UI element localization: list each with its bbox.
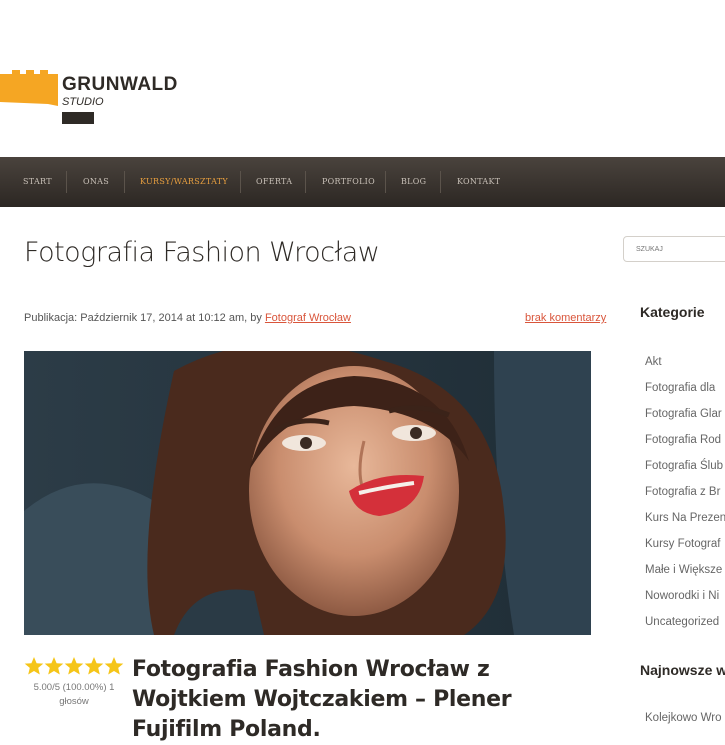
nav-divider (124, 171, 125, 193)
star-icon (64, 657, 84, 675)
rating-stars[interactable] (24, 656, 124, 678)
category-item[interactable]: Fotografia z Br (645, 484, 725, 510)
publish-info: Publikacja: Październik 17, 2014 at 10:1… (24, 312, 262, 324)
star-icon (44, 657, 64, 675)
nav-divider (66, 171, 67, 193)
category-item[interactable]: Fotografia Rod (645, 432, 725, 458)
star-icon (84, 657, 104, 675)
categories-list: Akt Fotografia dla Fotografia Glar Fotog… (645, 354, 725, 640)
page-title: Fotografia Fashion Wrocław (24, 237, 380, 268)
search-input[interactable] (623, 236, 725, 262)
castle-logo-icon (0, 70, 58, 106)
site-logo[interactable]: GRUNWALD STUDIO (0, 70, 177, 130)
post-meta: Publikacja: Październik 17, 2014 at 10:1… (24, 312, 351, 324)
logo-bar (62, 112, 94, 124)
logo-name: GRUNWALD (62, 74, 178, 95)
recent-posts-title: Najnowsze w (640, 662, 725, 678)
portrait-photo (24, 351, 591, 635)
comments-link[interactable]: brak komentarzy (525, 312, 606, 324)
featured-image[interactable] (24, 351, 591, 635)
nav-divider (385, 171, 386, 193)
category-item[interactable]: Kursy Fotograf (645, 536, 725, 562)
nav-item-oferta[interactable]: OFERTA (256, 157, 292, 207)
category-item[interactable]: Noworodki i Ni (645, 588, 725, 614)
category-item[interactable]: Kurs Na Prezen (645, 510, 725, 536)
nav-item-blog[interactable]: BLOG (401, 157, 426, 207)
logo-subtitle: STUDIO (62, 96, 104, 108)
category-item[interactable]: Uncategorized (645, 614, 725, 640)
category-item[interactable]: Fotografia Ślub (645, 458, 725, 484)
category-item[interactable]: Fotografia Glar (645, 406, 725, 432)
nav-divider (440, 171, 441, 193)
nav-item-portfolio[interactable]: PORTFOLIO (322, 157, 375, 207)
star-icon (104, 657, 124, 675)
nav-divider (305, 171, 306, 193)
star-icon (24, 657, 44, 675)
category-item[interactable]: Akt (645, 354, 725, 380)
nav-item-kontakt[interactable]: KONTAKT (457, 157, 500, 207)
nav-item-onas[interactable]: ONAS (83, 157, 109, 207)
nav-item-kursy-warsztaty[interactable]: KURSY/WARSZTATY (140, 157, 228, 207)
author-link[interactable]: Fotograf Wrocław (265, 312, 351, 324)
rating-summary: 5.00/5 (100.00%) 1 głosów (33, 682, 115, 707)
nav-item-start[interactable]: START (23, 157, 52, 207)
categories-title: Kategorie (640, 304, 705, 320)
nav-divider (240, 171, 241, 193)
main-navigation: START ONAS KURSY/WARSZTATY OFERTA PORTFO… (0, 157, 725, 207)
category-item[interactable]: Fotografia dla (645, 380, 725, 406)
post-excerpt (24, 727, 594, 734)
category-item[interactable]: Małe i Większe (645, 562, 725, 588)
recent-post-item[interactable]: Kolejkowo Wro (645, 712, 722, 724)
